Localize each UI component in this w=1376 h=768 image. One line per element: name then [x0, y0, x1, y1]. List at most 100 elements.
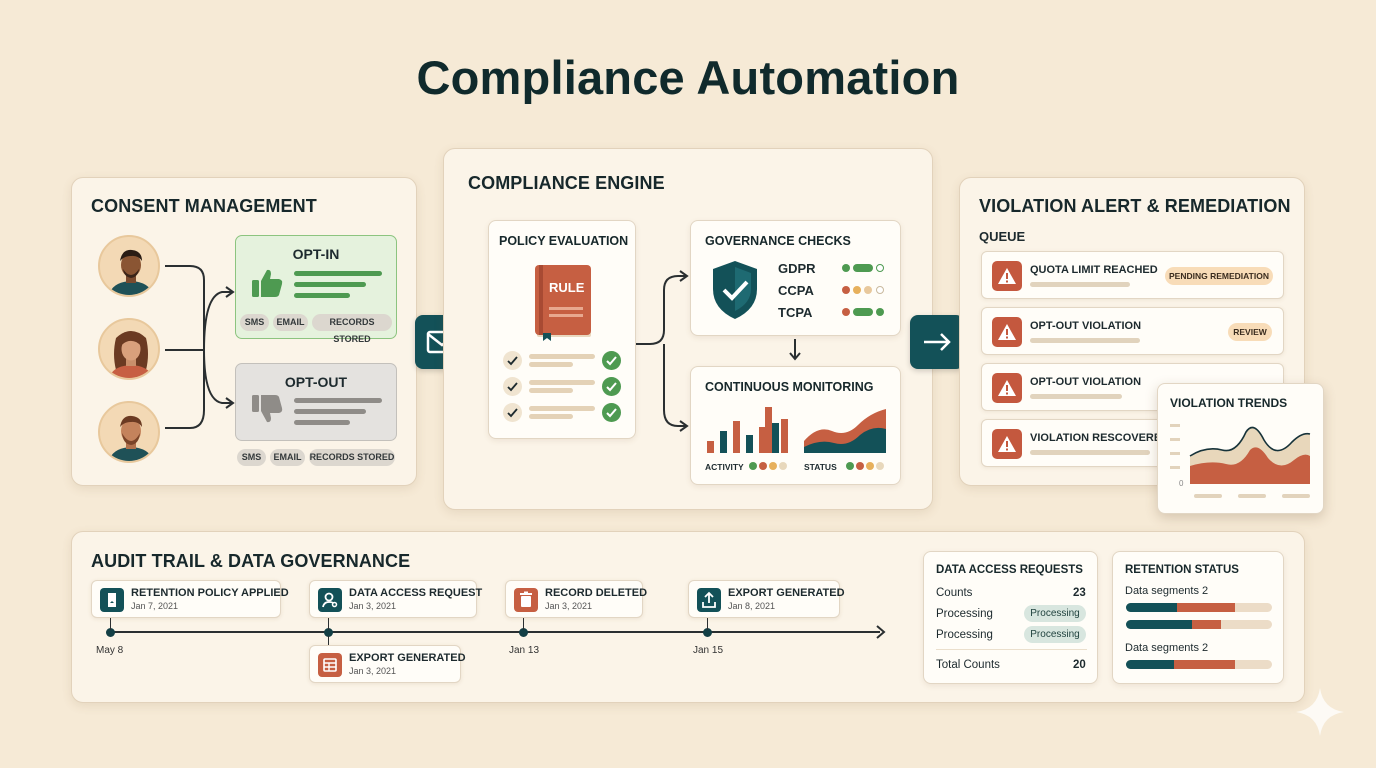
violation-alert-heading: VIOLATION ALERT & REMEDIATION: [979, 196, 1291, 216]
policy-row-bar: [529, 406, 595, 411]
avatar-user-2: [98, 318, 160, 380]
processing-badge: Processing: [1024, 605, 1086, 622]
retention-group-label: Data segments 2: [1125, 585, 1209, 597]
status-legend-dot: [846, 462, 854, 470]
green-check-icon: [602, 351, 621, 370]
thumbs-down-icon: [252, 395, 283, 423]
event-record-deleted[interactable]: RECORD DELETED Jan 3, 2021: [505, 580, 647, 618]
opt-out-card[interactable]: OPT-OUT: [235, 363, 397, 441]
retention-segment-bar: [1126, 603, 1272, 612]
opt-out-chip-email: EMAIL: [270, 449, 305, 466]
gdpr-status-bar: [853, 264, 873, 272]
timeline-connector: [328, 618, 329, 630]
warning-icon: [992, 429, 1022, 459]
total-counts-label: Total Counts: [936, 659, 1000, 671]
event-export-generated-2[interactable]: EXPORT GENERATED Jan 3, 2021: [309, 645, 466, 683]
opt-in-card[interactable]: OPT-IN SMS EMAIL RECORDS STORED: [235, 235, 397, 344]
status-legend-dot: [876, 462, 884, 470]
status-area-chart: [804, 409, 886, 453]
timeline-label: Jan 15: [693, 645, 724, 656]
alert-forward-box: [910, 315, 964, 369]
event-retention-policy[interactable]: RETENTION POLICY APPLIED Jan 7, 2021: [91, 580, 289, 618]
violation-trends-card[interactable]: VIOLATION TRENDS 0: [1157, 383, 1324, 514]
data-access-row-label: Processing: [936, 608, 993, 620]
gdpr-status-dot: [876, 264, 884, 272]
alert-title: OPT-OUT VIOLATION: [1030, 320, 1142, 332]
governance-ccpa-label: CCPA: [778, 283, 814, 298]
retention-group-label: Data segments 2: [1125, 642, 1209, 654]
event-date: Jan 7, 2021: [131, 601, 179, 611]
alert-item-opt-out-1[interactable]: OPT-OUT VIOLATION REVIEW: [981, 307, 1284, 355]
gdpr-status-dot: [842, 264, 850, 272]
check-circle-icon: [503, 403, 522, 422]
continuous-monitoring-title: CONTINUOUS MONITORING: [705, 380, 874, 394]
user-search-icon: [318, 588, 342, 612]
timeline-label: Jan 13: [509, 645, 540, 656]
opt-in-bar-3: [294, 293, 350, 298]
policy-row-bar: [529, 362, 573, 367]
retention-orange-fill: [1191, 620, 1221, 629]
alert-bar: [1030, 450, 1150, 455]
page-title: Compliance Automation: [416, 51, 960, 104]
rule-book-icon: [535, 265, 591, 341]
activity-legend-dot: [749, 462, 757, 470]
continuous-monitoring-card[interactable]: CONTINUOUS MONITORING ACTIVITY STATUS: [690, 366, 901, 485]
governance-gdpr-label: GDPR: [778, 261, 816, 276]
governance-checks-card[interactable]: GOVERNANCE CHECKS GDPR CCPA TCPA: [690, 220, 901, 336]
opt-out-title: OPT-OUT: [284, 374, 348, 390]
opt-in-chip-email: EMAIL: [273, 314, 308, 331]
event-data-access-request[interactable]: DATA ACCESS REQUEST Jan 3, 2021: [309, 580, 482, 618]
event-title: EXPORT GENERATED: [349, 652, 466, 664]
retention-status-card[interactable]: RETENTION STATUS Data segments 2 Data se…: [1112, 551, 1284, 684]
status-label: STATUS: [804, 462, 837, 472]
status-legend-dot: [866, 462, 874, 470]
activity-bar-chart: [707, 407, 788, 453]
arrow-down-icon: [789, 339, 801, 361]
alert-title: QUOTA LIMIT REACHED: [1030, 264, 1158, 276]
alert-item-quota[interactable]: QUOTA LIMIT REACHED PENDING REMEDIATION: [981, 251, 1284, 299]
warning-icon: [992, 261, 1022, 291]
opt-in-title: OPT-IN: [292, 246, 340, 262]
avatar-user-3: [98, 401, 160, 463]
timeline-label: May 8: [96, 645, 124, 656]
green-check-icon: [602, 377, 621, 396]
data-access-requests-card[interactable]: DATA ACCESS REQUESTS Counts 23 Processin…: [923, 551, 1098, 684]
alert-title: OPT-OUT VIOLATION: [1030, 376, 1142, 388]
activity-legend-dot: [769, 462, 777, 470]
rule-book-label: RULE: [549, 280, 585, 295]
event-export-generated-1[interactable]: EXPORT GENERATED Jan 8, 2021: [688, 580, 845, 618]
shield-check-icon: [713, 261, 757, 319]
tcpa-status-bar: [853, 308, 873, 316]
retention-segment-bar: [1126, 620, 1272, 629]
opt-in-chip-records: RECORDS STORED: [312, 314, 392, 344]
retention-orange-fill: [1174, 660, 1236, 669]
opt-out-bar-3: [294, 420, 350, 425]
policy-evaluation-card[interactable]: POLICY EVALUATION RULE: [488, 220, 636, 439]
ccpa-status-dot: [853, 286, 861, 294]
policy-evaluation-title: POLICY EVALUATION: [499, 234, 629, 248]
check-circle-icon: [503, 377, 522, 396]
data-access-row-value: 23: [1073, 587, 1086, 599]
event-date: Jan 3, 2021: [349, 666, 397, 676]
warning-icon: [992, 317, 1022, 347]
opt-out-bar-1: [294, 398, 382, 403]
opt-out-bar-2: [294, 409, 366, 414]
consent-management-heading: CONSENT MANAGEMENT: [91, 196, 317, 216]
arrow-right-icon: [924, 333, 951, 351]
event-title: EXPORT GENERATED: [728, 587, 845, 599]
governance-checks-title: GOVERNANCE CHECKS: [705, 234, 851, 248]
violation-trends-title: VIOLATION TRENDS: [1170, 396, 1288, 410]
sparkle-icon: [1296, 688, 1344, 736]
activity-legend-dot: [779, 462, 787, 470]
green-check-icon: [602, 403, 621, 422]
tcpa-status-dot: [842, 308, 850, 316]
tcpa-status-dot: [876, 308, 884, 316]
event-date: Jan 3, 2021: [349, 601, 397, 611]
alert-bar: [1030, 394, 1122, 399]
policy-row-bar: [529, 388, 573, 393]
policy-row-bar: [529, 414, 573, 419]
retention-teal-fill: [1126, 603, 1178, 612]
queue-label: QUEUE: [979, 229, 1026, 244]
retention-status-title: RETENTION STATUS: [1125, 564, 1239, 576]
warning-icon: [992, 373, 1022, 403]
